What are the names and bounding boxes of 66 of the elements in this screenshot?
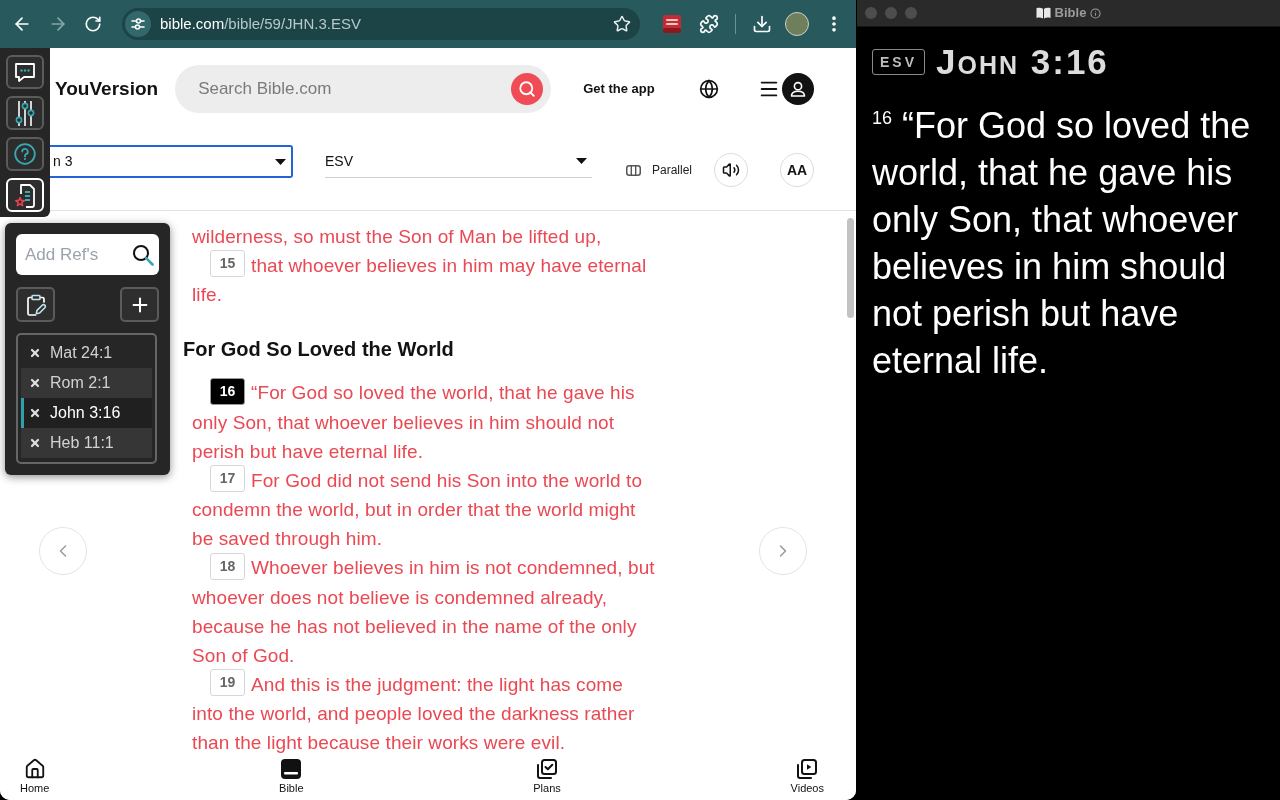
- reference-title: John 3:16: [936, 42, 1109, 82]
- nav-tab[interactable]: Home: [20, 758, 50, 795]
- remove-icon[interactable]: [29, 347, 41, 359]
- remove-icon[interactable]: [29, 437, 41, 449]
- reference-item[interactable]: John 3:16: [21, 398, 152, 428]
- book-icon: [1035, 7, 1051, 19]
- scrollbar-thumb[interactable]: [847, 218, 854, 318]
- nav-tab[interactable]: Videos: [790, 758, 824, 795]
- section-heading: For God So Loved the World: [183, 337, 455, 363]
- verse-number: 18: [210, 552, 245, 580]
- version-badge: ESV: [872, 49, 925, 75]
- nav-tab[interactable]: Plans: [533, 758, 561, 795]
- logo-text[interactable]: YouVersion: [55, 74, 159, 104]
- search-field[interactable]: Search Bible.com: [175, 65, 552, 113]
- verse-text: 18 Whoever believes in him is not condemned, but whoever does not believe is condemned already, because he has not believed in the name of the only Son of God.: [192, 553, 658, 670]
- book-select[interactable]: n 3: [50, 145, 293, 178]
- remove-icon[interactable]: [29, 377, 41, 389]
- chat-button[interactable]: [6, 55, 44, 89]
- sliders-button[interactable]: [6, 96, 44, 130]
- url-field[interactable]: bible.com/bible/59/JHN.3.ESV: [122, 8, 640, 40]
- parallel-button[interactable]: Parallel: [626, 161, 693, 179]
- extension-icon[interactable]: [663, 15, 681, 33]
- chat-icon: [14, 61, 36, 83]
- reload-icon[interactable]: [84, 15, 102, 33]
- verse-number: 17: [210, 465, 245, 493]
- caret-icon: [275, 158, 286, 165]
- window-title: Bible: [1054, 4, 1087, 23]
- remove-icon[interactable]: [29, 407, 41, 419]
- site-info-icon[interactable]: [125, 11, 151, 37]
- search-icon: [132, 244, 154, 266]
- search-icon: [518, 80, 537, 98]
- columns-icon: [626, 164, 641, 176]
- add-button[interactable]: [120, 287, 159, 322]
- bookmark-star-icon[interactable]: [613, 15, 631, 33]
- reference-item[interactable]: Rom 2:1: [21, 368, 152, 398]
- version-select[interactable]: ESV: [325, 145, 592, 178]
- verse-number: 19: [210, 669, 245, 697]
- speaker-icon: [722, 161, 741, 179]
- verse-text: 17 For God did not send his Son into the world to condemn the world, but in order that the world might be saved through him.: [192, 465, 658, 554]
- verse-text: 15 that whoever believes in him may have eternal life.: [192, 251, 658, 310]
- verse-text: $^{16}$ “For God so loved the world, that he gave his only Son, that whoever believes in him should not perish but have eternal life.: [872, 104, 1252, 383]
- help-icon: [14, 143, 36, 165]
- reference-item[interactable]: Mat 24:1: [21, 338, 152, 368]
- profile-avatar[interactable]: [785, 12, 809, 36]
- get-app-link[interactable]: Get the app: [583, 79, 655, 99]
- reference-item[interactable]: Heb 11:1: [21, 428, 152, 458]
- verse-text: 19 And this is the judgment: the light has come into the world, and people loved the darkness rather than the light because their works were evil.: [192, 669, 658, 755]
- sliders-icon: [15, 100, 35, 126]
- download-icon[interactable]: [752, 14, 772, 34]
- user-icon: [789, 81, 806, 97]
- globe-icon[interactable]: [698, 79, 719, 99]
- reference-search-field[interactable]: Add Ref's: [16, 234, 159, 275]
- verse-number: 16: [210, 377, 245, 405]
- document-star-icon: [14, 182, 36, 208]
- clipboard-button[interactable]: [16, 287, 55, 322]
- info-icon[interactable]: [1090, 7, 1102, 19]
- verse-text: wilderness, so must the Son of Man be lifted up,: [192, 225, 603, 249]
- verse-text: 16 “For God so loved the world, that he gave his only Son, that whoever believes in him should not perish but have eternal life.: [192, 378, 658, 466]
- puzzle-icon[interactable]: [699, 14, 719, 34]
- help-button[interactable]: [6, 137, 44, 171]
- verse-number: 15: [210, 250, 245, 278]
- caret-icon: [576, 158, 587, 164]
- clipboard-pen-icon: [24, 293, 47, 316]
- nav-tab[interactable]: Bible: [279, 758, 304, 795]
- profile-button[interactable]: [781, 73, 814, 105]
- document-button[interactable]: [6, 178, 44, 212]
